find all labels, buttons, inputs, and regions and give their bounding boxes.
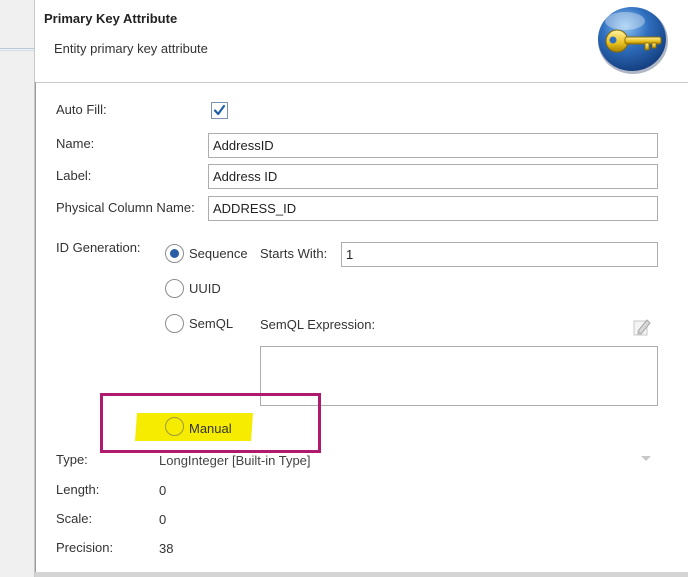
type-value[interactable]: LongInteger [Built-in Type] — [159, 453, 311, 468]
annotation-box — [100, 393, 321, 453]
physical-column-name-field[interactable] — [208, 196, 658, 221]
key-icon — [598, 7, 668, 74]
scale-value: 0 — [159, 512, 167, 527]
semql-radio-label: SemQL — [189, 316, 234, 331]
dialog-subtitle: Entity primary key attribute — [54, 41, 208, 56]
type-label: Type: — [56, 452, 88, 467]
form-border — [35, 82, 36, 577]
edit-expression-icon[interactable] — [633, 317, 651, 336]
sequence-radio-label: Sequence — [189, 246, 248, 261]
background-divider — [0, 50, 34, 51]
header-divider — [35, 82, 688, 83]
semql-radio[interactable] — [165, 314, 184, 333]
precision-value: 38 — [159, 541, 174, 556]
scale-label: Scale: — [56, 511, 93, 526]
chevron-down-icon[interactable] — [641, 456, 651, 461]
length-value: 0 — [159, 483, 167, 498]
dialog-bottom-bar — [35, 572, 688, 577]
starts-with-label: Starts With: — [260, 246, 328, 261]
name-label: Name: — [56, 136, 95, 151]
precision-label: Precision: — [56, 540, 114, 555]
auto-fill-label: Auto Fill: — [56, 102, 107, 117]
id-generation-label: ID Generation: — [56, 240, 141, 255]
sequence-radio[interactable] — [165, 244, 184, 263]
uuid-radio-label: UUID — [189, 281, 221, 296]
semql-expression-label: SemQL Expression: — [260, 317, 376, 332]
length-label: Length: — [56, 482, 100, 497]
background-panel — [0, 0, 34, 577]
label-field[interactable] — [208, 164, 658, 189]
physical-column-name-label: Physical Column Name: — [56, 200, 195, 215]
starts-with-field[interactable] — [341, 242, 658, 267]
checkmark-icon — [213, 104, 226, 116]
dialog-title: Primary Key Attribute — [44, 11, 178, 26]
label-label: Label: — [56, 168, 92, 183]
name-field[interactable] — [208, 133, 658, 158]
auto-fill-checkbox[interactable] — [211, 102, 228, 119]
uuid-radio[interactable] — [165, 279, 184, 298]
background-divider — [0, 48, 34, 49]
primary-key-attribute-dialog: Primary Key Attribute Entity primary key… — [34, 0, 688, 577]
